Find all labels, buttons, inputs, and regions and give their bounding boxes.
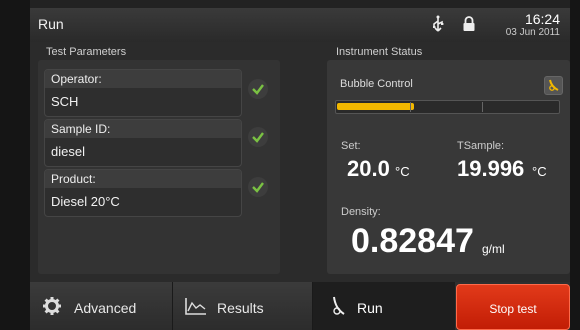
tsample-unit: °C [532,164,547,179]
stop-test-button[interactable]: Stop test [456,284,570,330]
page-title: Run [38,16,64,32]
usb-icon [433,15,444,32]
operator-label: Operator: [45,70,241,88]
instrument-status-panel: Bubble Control Set: 20.0 °C TSample: 19.… [327,60,570,274]
bubble-icon [549,79,559,91]
density-unit: g/ml [482,242,505,256]
sample-id-field[interactable]: Sample ID: diesel [44,119,242,167]
tab-advanced-label: Advanced [74,300,137,316]
bubble-control-label: Bubble Control [340,78,413,90]
run-screen: Run 16:24 03 Jun 2011 Test Parameters In… [0,0,580,330]
set-unit: °C [395,164,410,179]
tsample-value: 19.996 [457,156,525,181]
tab-results-label: Results [217,300,264,316]
product-field[interactable]: Product: Diesel 20°C [44,169,242,217]
density-value: 0.82847 [351,222,474,260]
clock-date: 03 Jun 2011 [505,27,560,38]
right-edge [570,0,580,330]
run-icon [333,296,345,315]
test-parameters-title: Test Parameters [46,46,127,58]
bubble-control-bar [335,100,560,114]
instrument-status-title: Instrument Status [336,46,423,58]
set-value: 20.0 [347,156,390,181]
check-icon [248,127,268,147]
chart-icon [185,298,206,315]
tab-run-label: Run [357,300,383,316]
bubble-control-fill [337,103,414,110]
bubble-control-button[interactable] [544,76,563,95]
density-label: Density: [341,206,381,218]
gear-icon [43,297,61,315]
operator-field[interactable]: Operator: SCH [44,69,242,117]
tab-results[interactable]: Results [173,282,313,330]
tsample-label: TSample: [457,140,505,152]
check-icon [248,177,268,197]
bottom-nav: Advanced Results Run Stop test [30,282,570,330]
clock-time: 16:24 [524,11,560,27]
product-label: Product: [45,170,241,188]
tab-run[interactable]: Run [313,282,455,330]
bar-tick [410,102,411,112]
title-bar: Run 16:24 03 Jun 2011 [30,8,570,43]
operator-value: SCH [51,94,79,109]
sample-id-value: diesel [51,144,85,159]
stop-test-label: Stop test [489,302,537,316]
tab-advanced[interactable]: Advanced [30,282,173,330]
bar-tick [482,102,483,112]
product-value: Diesel 20°C [51,194,120,209]
left-edge [0,0,30,330]
check-icon [248,79,268,99]
sample-id-label: Sample ID: [45,120,241,138]
set-label: Set: [341,140,361,152]
lock-icon[interactable] [462,16,476,32]
